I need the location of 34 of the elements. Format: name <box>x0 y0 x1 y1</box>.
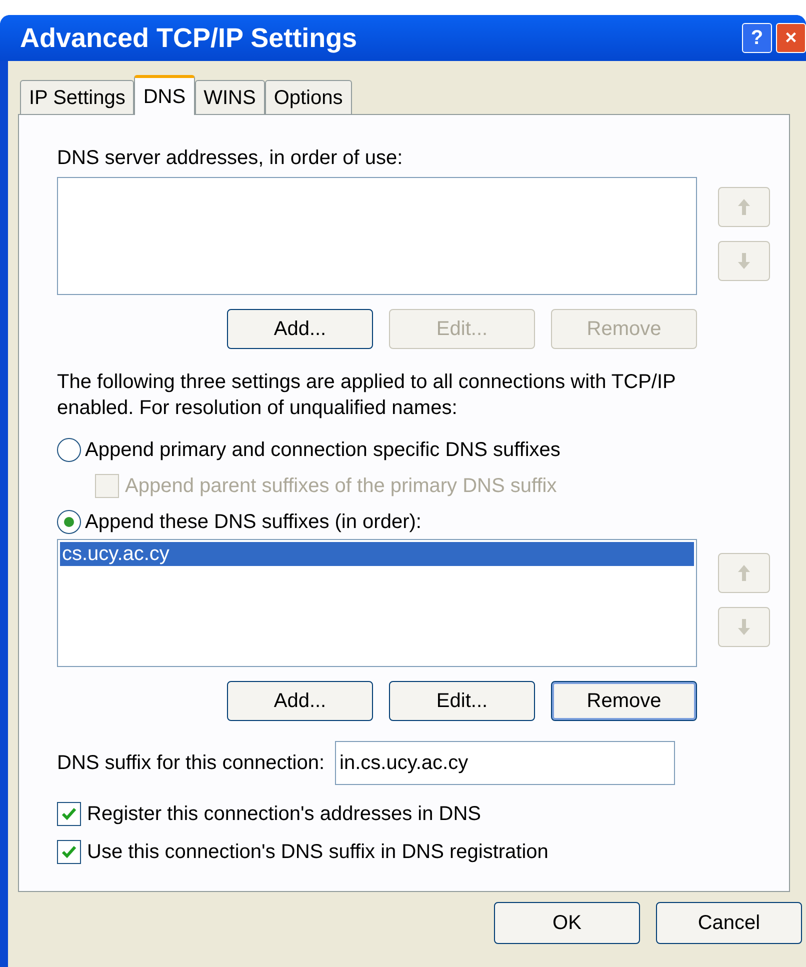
checkbox-label: Register this connection's addresses in DNS <box>87 802 482 827</box>
close-button[interactable]: × <box>776 23 806 53</box>
dialog-button[interactable]: Add... <box>227 309 373 349</box>
description-text: The following three settings are applied to all connections with TCP/IP enabled. For resolution of unqualified names: <box>57 370 676 421</box>
checkbox-label: Append parent suffixes of the primary DNS suffix <box>125 474 557 499</box>
tab[interactable]: IP Settings <box>20 80 134 114</box>
tab[interactable]: WINS <box>194 80 265 114</box>
radio-button[interactable] <box>57 438 81 462</box>
suffix-field[interactable]: in.cs.ucy.ac.cy <box>334 741 675 785</box>
radio-label: Append primary and connection specific DNS suffixes <box>85 438 560 463</box>
checkbox[interactable] <box>57 840 81 864</box>
list-label: DNS server addresses, in order of use: <box>57 146 404 171</box>
window-title: Advanced TCP/IP Settings <box>20 22 358 55</box>
radio-label: Append these DNS suffixes (in order): <box>85 510 422 535</box>
dialog-button[interactable]: Cancel <box>656 902 802 944</box>
up-arrow-icon <box>737 197 751 217</box>
checkbox-label: Use this connection's DNS suffix in DNS registration <box>87 840 548 865</box>
field-label: DNS suffix for this connection: <box>57 751 325 776</box>
help-button[interactable]: ? <box>742 23 772 53</box>
down-arrow-icon <box>737 617 751 637</box>
radio-button[interactable] <box>57 510 81 534</box>
dialog-button[interactable]: OK <box>494 902 640 944</box>
up-arrow-icon <box>737 563 751 583</box>
server-list[interactable] <box>57 177 697 295</box>
tab[interactable]: DNS <box>134 75 195 115</box>
tab[interactable]: Options <box>264 80 352 114</box>
down-arrow-icon <box>737 251 751 271</box>
dialog-button[interactable]: Remove <box>551 681 697 721</box>
check-icon <box>61 806 77 822</box>
dialog-button[interactable]: Edit... <box>389 681 535 721</box>
checkbox[interactable] <box>57 802 81 826</box>
check-icon <box>61 844 77 860</box>
list-item[interactable]: cs.ucy.ac.cy <box>60 542 694 566</box>
dialog-button[interactable]: Add... <box>227 681 373 721</box>
